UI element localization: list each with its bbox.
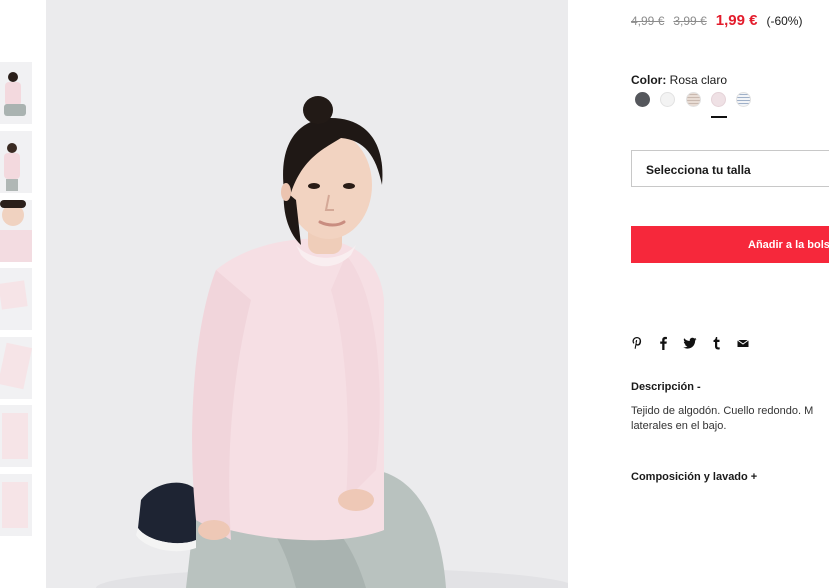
thumbnail-3[interactable] [0, 200, 32, 262]
model-photo [46, 0, 568, 588]
thumbnail-4[interactable] [0, 268, 32, 330]
color-label-key: Color: [631, 73, 667, 87]
description-line-1: Tejido de algodón. Cuello redondo. M [631, 405, 814, 417]
thumbnail-1[interactable] [0, 62, 32, 124]
facebook-icon[interactable] [658, 336, 668, 350]
thumbnail-2[interactable] [0, 131, 32, 193]
discount-label: (-60%) [766, 14, 803, 28]
thumbnail-strip [0, 0, 40, 588]
color-swatch-dark-grey[interactable] [635, 92, 650, 107]
color-swatch-white[interactable] [660, 92, 675, 107]
composition-toggle[interactable]: Composición y lavado + [631, 471, 757, 483]
previous-price: 3,99 € [673, 14, 707, 28]
color-swatch-striped-beige[interactable] [686, 92, 701, 107]
color-label: Color: Rosa claro [631, 73, 727, 87]
color-swatch-striped-blue[interactable] [736, 92, 751, 107]
original-price: 4,99 € [631, 14, 665, 28]
selected-swatch-indicator [711, 116, 727, 118]
description-text: Tejido de algodón. Cuello redondo. M lat… [631, 404, 829, 434]
size-select-placeholder: Selecciona tu talla [646, 163, 751, 177]
add-to-bag-label: Añadir a la bols [748, 239, 829, 251]
thumbnail-6[interactable] [0, 405, 32, 467]
size-select[interactable]: Selecciona tu talla [631, 150, 829, 187]
thumbnail-7[interactable] [0, 474, 32, 536]
twitter-icon[interactable] [683, 336, 697, 350]
current-price: 1,99 € [715, 12, 758, 29]
main-product-image[interactable] [46, 0, 568, 588]
add-to-bag-button[interactable]: Añadir a la bols [631, 226, 829, 263]
email-icon[interactable] [737, 336, 749, 350]
thumbnail-5[interactable] [0, 337, 32, 399]
description-line-2: laterales en el bajo. [631, 420, 727, 432]
selected-color-name: Rosa claro [669, 73, 728, 87]
color-swatch-light-pink[interactable] [711, 92, 726, 107]
pinterest-icon[interactable] [631, 336, 643, 350]
price-row: 4,99 € 3,99 € 1,99 € (-60%) [631, 12, 802, 29]
tumblr-icon[interactable] [712, 336, 721, 350]
description-toggle[interactable]: Descripción - [631, 381, 701, 393]
